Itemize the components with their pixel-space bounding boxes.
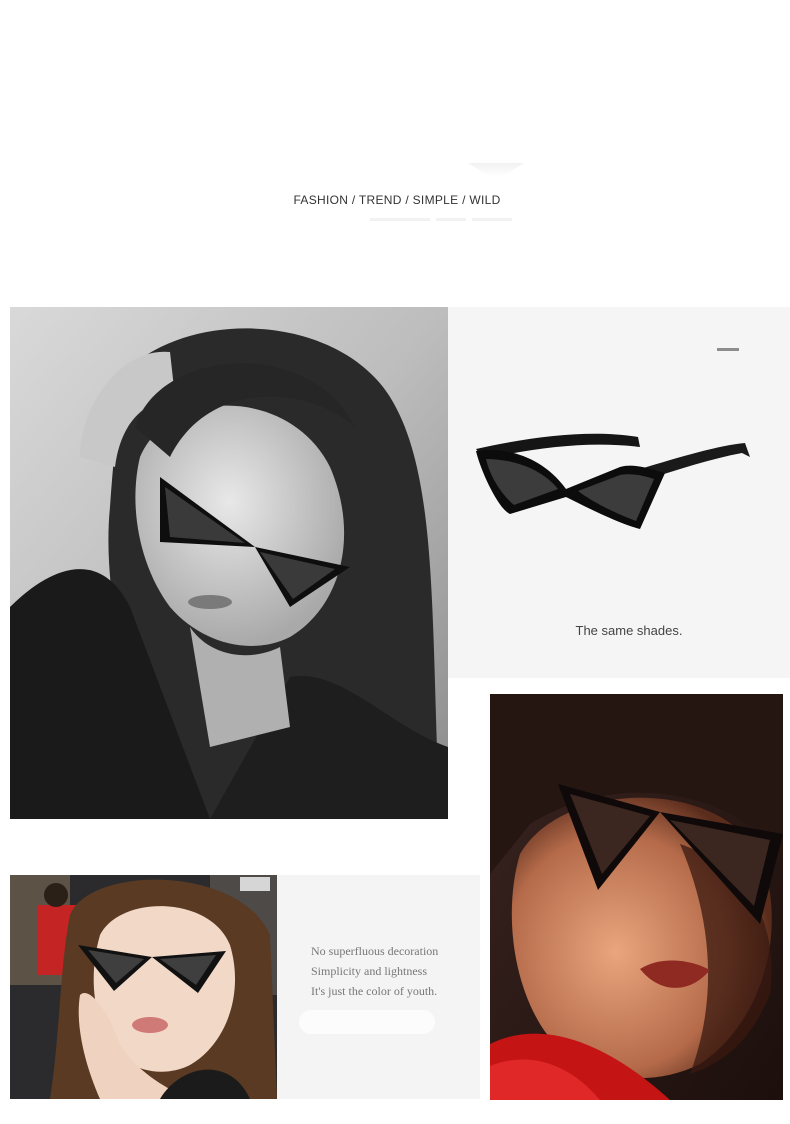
slogan-pill-decoration [299,1010,435,1034]
slogan-panel: No superfluous decoration Simplicity and… [277,875,480,1099]
header-decoration [468,163,524,177]
model-photo-red-scarf [490,694,783,1100]
tagline: FASHION / TREND / SIMPLE / WILD [293,193,501,207]
model-photo-bw [10,307,448,819]
product-panel: The same shades. [448,307,790,678]
sunglasses-product-image [476,433,750,529]
product-caption: The same shades. [575,623,683,638]
slogan-line-1: No superfluous decoration [311,944,439,958]
model-photo-street [10,875,277,1099]
dash-decoration [717,348,739,351]
slogan-line-3: It's just the color of youth. [311,984,438,998]
header-subline-decoration [292,214,512,224]
slogan-line-2: Simplicity and lightness [311,964,427,978]
